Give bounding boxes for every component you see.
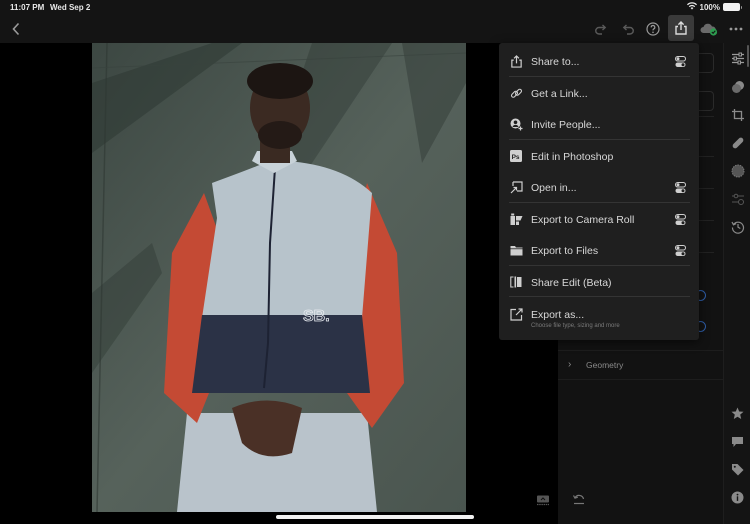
menu-item-label: Export to Files: [531, 245, 599, 257]
rail-button-healing[interactable]: [729, 134, 746, 151]
cloud-synced-icon: [700, 23, 718, 36]
menu-item-share-edit[interactable]: Share Edit (Beta): [499, 266, 699, 297]
rail-button-info[interactable]: [729, 489, 746, 506]
rail-button-keywords[interactable]: [729, 461, 746, 478]
info-icon: [731, 491, 744, 504]
rail-button-masking[interactable]: [729, 162, 746, 179]
cloud-sync-button[interactable]: [697, 17, 721, 41]
history-icon: [730, 221, 744, 234]
link-icon: [509, 86, 523, 100]
folder-icon: [509, 243, 523, 257]
redo-icon: [594, 23, 606, 35]
export-as-icon: [509, 307, 523, 321]
menu-item-export-files[interactable]: Export to Files: [499, 234, 699, 265]
menu-item-sublabel: Choose file type, sizing and more: [531, 323, 620, 329]
icon-rail: [723, 43, 750, 524]
home-indicator[interactable]: [276, 515, 474, 519]
menu-item-label: Export as...: [531, 309, 585, 321]
invite-person-icon: [509, 117, 523, 131]
camera-roll-icon: [509, 212, 523, 226]
portrait-photo: SB.: [92, 43, 466, 512]
photo-stage: SB.: [0, 43, 558, 524]
share-icon: [675, 21, 687, 35]
menu-item-share-to[interactable]: Share to...: [499, 45, 699, 76]
menu-item-export-as[interactable]: Export as... Choose file type, sizing an…: [499, 298, 699, 338]
share-edit-icon: [509, 275, 523, 289]
masking-icon: [731, 164, 744, 177]
edit-sliders-icon: [731, 52, 744, 65]
menu-item-invite-people[interactable]: Invite People...: [499, 108, 699, 139]
rail-button-versions[interactable]: [729, 190, 746, 207]
reset-button[interactable]: [570, 492, 588, 506]
more-horizontal-icon: [729, 27, 743, 31]
menu-item-open-in[interactable]: Open in...: [499, 171, 699, 202]
rail-button-comments[interactable]: [729, 433, 746, 450]
svg-text:Ps: Ps: [512, 154, 520, 161]
rail-button-presets[interactable]: [729, 78, 746, 95]
question-circle-icon: [646, 22, 660, 36]
menu-item-label: Get a Link...: [531, 88, 588, 100]
rail-button-crop[interactable]: [729, 106, 746, 123]
tag-icon: [732, 464, 744, 476]
geometry-label: Geometry: [586, 360, 624, 370]
geometry-section[interactable]: › Geometry: [558, 350, 723, 380]
reset-icon: [572, 494, 585, 505]
wifi-icon: [686, 2, 697, 12]
status-right: 100%: [686, 2, 742, 12]
help-button[interactable]: [641, 17, 665, 41]
menu-item-get-link[interactable]: Get a Link...: [499, 77, 699, 108]
undo-icon: [622, 23, 634, 35]
open-in-icon: [509, 180, 523, 194]
menu-item-label: Export to Camera Roll: [531, 214, 635, 226]
chevron-left-icon: [12, 22, 20, 36]
show-filmstrip-button[interactable]: [536, 493, 550, 506]
versions-icon: [731, 193, 744, 205]
settings-toggle-icon[interactable]: [675, 181, 686, 193]
menu-item-label: Open in...: [531, 182, 577, 194]
more-button[interactable]: [724, 17, 748, 41]
menu-item-label: Share Edit (Beta): [531, 277, 612, 289]
menu-item-label: Edit in Photoshop: [531, 151, 614, 163]
crop-icon: [731, 108, 744, 121]
top-toolbar: [0, 14, 750, 43]
status-date: Wed Sep 2: [50, 3, 91, 12]
comment-icon: [732, 436, 743, 447]
settings-toggle-icon[interactable]: [675, 213, 686, 225]
rail-button-rating[interactable]: [729, 405, 746, 422]
rail-scrollbar[interactable]: [747, 45, 749, 67]
chevron-right-icon: ›: [568, 359, 572, 370]
star-icon: [731, 407, 744, 419]
menu-item-label: Invite People...: [531, 119, 601, 131]
healing-icon: [732, 137, 743, 148]
menu-item-edit-in-photoshop[interactable]: Ps Edit in Photoshop: [499, 140, 699, 171]
redo-button[interactable]: [588, 17, 612, 41]
photoshop-icon: Ps: [509, 149, 523, 163]
jacket-logo: SB.: [303, 308, 330, 325]
menu-divider: [509, 296, 690, 297]
status-time: 11:07 PM: [10, 3, 45, 12]
menu-item-export-camera-roll[interactable]: Export to Camera Roll: [499, 203, 699, 234]
status-bar: 11:07 PM Wed Sep 2 100%: [0, 0, 750, 14]
menu-item-label: Share to...: [531, 56, 580, 68]
presets-icon: [731, 80, 744, 93]
share-menu: Share to... Get a Link... Invite People.…: [499, 43, 699, 340]
share-button[interactable]: [668, 15, 694, 41]
share-icon: [509, 54, 523, 68]
show-filmstrip-icon: [537, 495, 549, 506]
battery-icon: [723, 3, 742, 11]
rail-button-history[interactable]: [729, 218, 746, 235]
back-button[interactable]: [4, 17, 28, 41]
undo-button[interactable]: [616, 17, 640, 41]
battery-percent: 100%: [699, 2, 720, 12]
settings-toggle-icon[interactable]: [675, 244, 686, 256]
settings-toggle-icon[interactable]: [675, 55, 686, 67]
rail-button-edit[interactable]: [729, 50, 746, 67]
photo-canvas[interactable]: SB.: [92, 43, 466, 512]
